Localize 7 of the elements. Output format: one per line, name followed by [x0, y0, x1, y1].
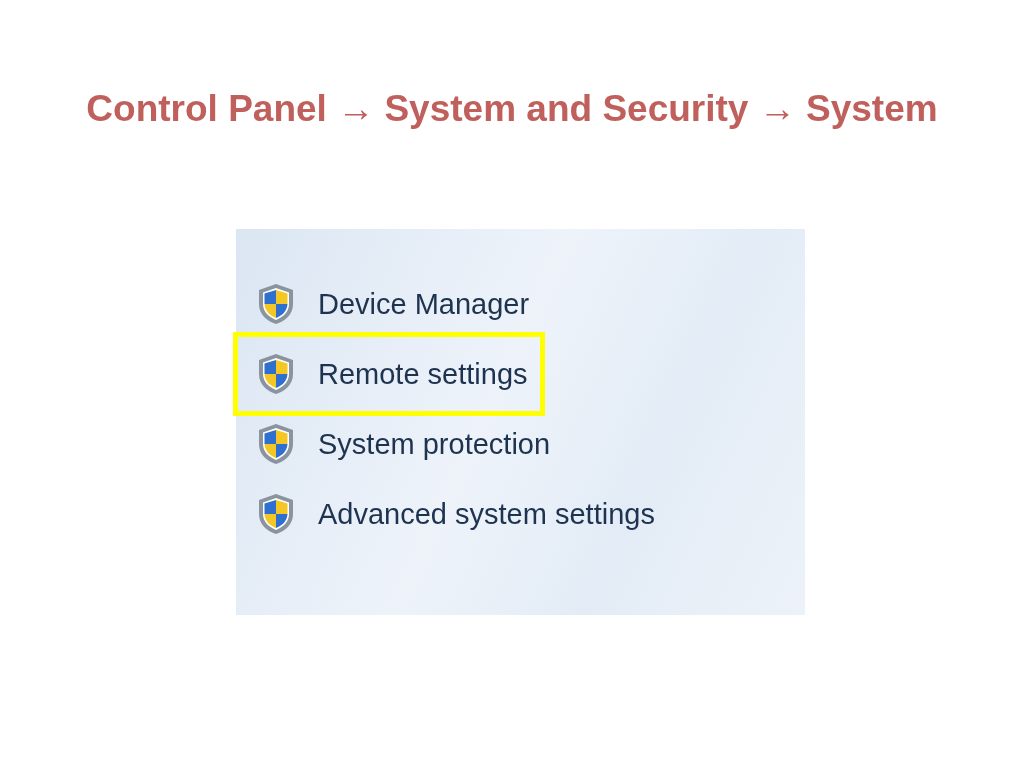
- task-link[interactable]: Advanced system settings: [233, 479, 672, 549]
- shield-icon: [256, 492, 296, 536]
- task-link[interactable]: Remote settings: [233, 332, 545, 416]
- shield-icon: [256, 282, 296, 326]
- shield-icon: [256, 352, 296, 396]
- shield-icon: [256, 422, 296, 466]
- slide-title: Control Panel → System and Security → System: [86, 88, 938, 130]
